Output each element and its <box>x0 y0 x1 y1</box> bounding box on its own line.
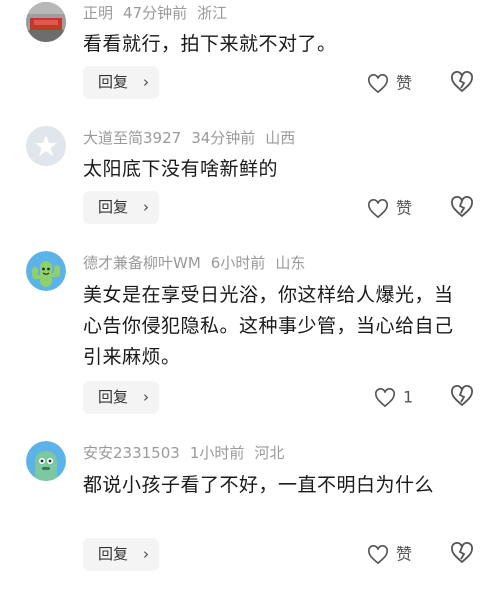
comment-text: 美女是在享受日光浴，你这样给人爆光，当心告你侵犯隐私。这种事少管，当心给自己引来… <box>83 284 454 368</box>
timestamp: 6小时前 <box>210 254 266 272</box>
reply-button[interactable]: 回复 › <box>83 191 159 224</box>
comment-meta: 正明 47分钟前 浙江 <box>83 3 237 23</box>
comment-text: 太阳底下没有啥新鲜的 <box>83 158 279 180</box>
timestamp: 47分钟前 <box>123 4 188 22</box>
dislike-button[interactable] <box>450 385 474 409</box>
like-label: 赞 <box>396 73 413 93</box>
heart-outline-icon <box>368 198 388 218</box>
like-button[interactable]: 1 <box>374 385 413 409</box>
chevron-right-icon: › <box>143 73 149 91</box>
comment-meta: 大道至简3927 34分钟前 山西 <box>83 128 305 148</box>
broken-heart-icon <box>451 542 473 564</box>
broken-heart-icon <box>451 71 473 93</box>
like-button[interactable]: 赞 <box>367 542 412 566</box>
like-button[interactable]: 赞 <box>367 71 412 95</box>
location: 山西 <box>265 129 296 147</box>
location: 山东 <box>275 254 306 272</box>
avatar[interactable] <box>26 2 66 42</box>
heart-outline-icon <box>368 73 388 93</box>
username[interactable]: 大道至简3927 <box>83 129 181 147</box>
like-label: 赞 <box>396 198 413 218</box>
reply-label: 回复 <box>98 388 129 406</box>
dislike-button[interactable] <box>450 542 474 566</box>
avatar[interactable] <box>26 251 66 291</box>
reply-button[interactable]: 回复 › <box>83 381 159 414</box>
location: 浙江 <box>197 4 228 22</box>
chevron-right-icon: › <box>143 545 149 563</box>
dislike-button[interactable] <box>450 71 474 95</box>
dislike-button[interactable] <box>450 196 474 220</box>
chevron-right-icon: › <box>143 198 149 216</box>
avatar[interactable] <box>26 126 66 166</box>
comment-meta: 德才兼备柳叶WM 6小时前 山东 <box>83 253 315 273</box>
username[interactable]: 安安2331503 <box>83 444 180 462</box>
reply-label: 回复 <box>98 73 129 91</box>
broken-heart-icon <box>451 385 473 407</box>
like-button[interactable]: 赞 <box>367 196 412 220</box>
like-label: 赞 <box>396 544 413 564</box>
username[interactable]: 德才兼备柳叶WM <box>83 254 201 272</box>
heart-outline-icon <box>375 387 395 407</box>
reply-button[interactable]: 回复 › <box>83 538 159 571</box>
location: 河北 <box>254 444 285 462</box>
comment-text: 看看就行，拍下来就不对了。 <box>83 33 337 55</box>
broken-heart-icon <box>451 196 473 218</box>
heart-outline-icon <box>368 544 388 564</box>
timestamp: 1小时前 <box>189 444 245 462</box>
username[interactable]: 正明 <box>83 4 113 22</box>
reply-label: 回复 <box>98 545 129 563</box>
reply-label: 回复 <box>98 198 129 216</box>
reply-button[interactable]: 回复 › <box>83 66 159 99</box>
avatar[interactable] <box>26 441 66 481</box>
timestamp: 34分钟前 <box>191 129 256 147</box>
like-label: 1 <box>403 387 414 407</box>
chevron-right-icon: › <box>143 388 149 406</box>
comment-text: 都说小孩子看了不好，一直不明白为什么 <box>83 474 435 496</box>
comment-meta: 安安2331503 1小时前 河北 <box>83 443 294 463</box>
